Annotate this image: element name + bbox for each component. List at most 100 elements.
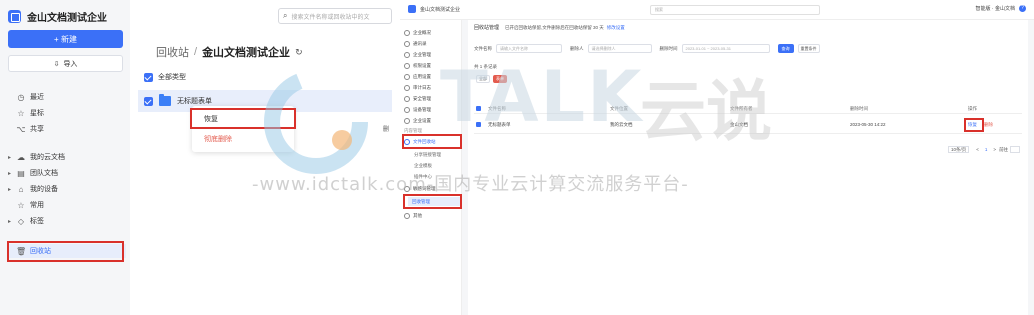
recycle-note: 已开启回收站保留,文件删除后在回收站保留 30 天: [505, 24, 604, 30]
query-button[interactable]: 查询: [777, 44, 794, 53]
all-types-label: 全部类型: [158, 74, 186, 81]
admin-nav-item[interactable]: 其他: [404, 211, 460, 220]
watermark-brand-cn: 云说: [640, 73, 772, 150]
time-label: 删除时间: [659, 45, 678, 51]
chevron-right-icon: ▸: [8, 186, 12, 193]
search-input[interactable]: ⌕ 搜索文件名称或回收站中的文: [278, 8, 392, 24]
deleter-placeholder: 请选择删除人: [591, 45, 616, 51]
admin-brand-name: 金山文档测试企业: [420, 6, 461, 13]
file-name: 无标题表单: [177, 98, 212, 105]
col-time: 删除时间: [850, 106, 868, 111]
goto-label: 前往: [999, 146, 1009, 152]
admin-nav-sub-item[interactable]: 分享链接管理: [414, 150, 470, 159]
page-size-select[interactable]: 10条/页: [948, 146, 970, 153]
admin-brand: 金山文档测试企业: [408, 5, 460, 13]
admin-nav-label: 企业设置: [413, 117, 431, 123]
prev-page-button[interactable]: <: [976, 147, 979, 152]
breadcrumb-separator: /: [194, 46, 198, 58]
folder-icon: [159, 94, 171, 106]
admin-nav-sub-item[interactable]: 企业模板: [414, 161, 470, 170]
nav-tags[interactable]: ▸ ◇ 标签: [8, 214, 126, 228]
star-icon: ☆: [17, 200, 25, 210]
nav-my-cloud-label: 我的云文档: [30, 154, 65, 161]
nav-my-cloud[interactable]: ▸ ☁ 我的云文档: [8, 150, 126, 164]
brand: 金山文档测试企业: [8, 9, 107, 24]
nav-common[interactable]: ☆ 常用: [8, 198, 126, 212]
nav-team-docs[interactable]: ▸ ▤ 团队文档: [8, 166, 126, 180]
admin-nav-label: 权限设置: [413, 62, 431, 68]
admin-search-placeholder: 搜索: [655, 7, 663, 12]
file-name-placeholder: 请输入文件名称: [500, 45, 528, 51]
page-number[interactable]: 1: [985, 147, 988, 152]
goto-page-input[interactable]: [1010, 146, 1021, 153]
file-name-input[interactable]: 请输入文件名称: [496, 44, 562, 53]
new-button[interactable]: + 新建: [8, 30, 123, 48]
file-name-label: 文件名称: [474, 45, 492, 51]
admin-nav-label: 分享链接管理: [414, 151, 441, 157]
admin-nav-item[interactable]: 企业概况: [404, 28, 460, 37]
nav-my-devices[interactable]: ▸ ⌂ 我的设备: [8, 182, 126, 196]
nav-tags-label: 标签: [30, 218, 44, 225]
nav-circle-icon: [404, 84, 410, 91]
share-icon: ⌥: [16, 124, 26, 134]
nav-common-label: 常用: [30, 202, 44, 209]
brand-logo-icon: [8, 10, 21, 23]
reset-button[interactable]: 重置条件: [797, 44, 820, 53]
admin-nav-label: 应用设置: [413, 73, 431, 79]
admin-nav-label: 通讯录: [413, 40, 427, 46]
nav-circle-icon: [404, 29, 410, 36]
admin-nav-item[interactable]: 通讯录: [404, 39, 460, 48]
admin-nav-label: 企业管理: [413, 51, 431, 57]
clock-icon: ◷: [17, 92, 25, 102]
help-icon[interactable]: ?: [1019, 5, 1026, 12]
chevron-right-icon: ▸: [8, 154, 12, 161]
row-delete-link[interactable]: 删除: [984, 122, 993, 128]
breadcrumb-current: 金山文档测试企业: [202, 47, 291, 59]
admin-nav-label: 企业概况: [413, 29, 431, 35]
nav-circle-icon: [404, 106, 410, 113]
nav-shared[interactable]: ⌥ 共享: [8, 122, 126, 136]
nav-circle-icon: [404, 95, 410, 102]
brand-name: 金山文档测试企业: [27, 13, 107, 24]
all-types-row[interactable]: 全部类型: [144, 72, 186, 82]
nav-shared-label: 共享: [30, 126, 44, 133]
chevron-right-icon: ▸: [8, 170, 12, 177]
filter-bar: 文件名称 请输入文件名称 删除人 请选择删除人 删除时间 2023-01-01 …: [474, 44, 820, 53]
search-icon: ⌕: [283, 11, 288, 20]
nav-star[interactable]: ☆ 星标: [8, 106, 126, 120]
admin-nav-group-label: 内容管理: [404, 127, 422, 133]
tag-icon: ◇: [17, 216, 25, 226]
watermark-logo: [264, 70, 368, 174]
select-all-checkbox[interactable]: [144, 72, 153, 82]
watermark-url: -www.idctalk.com-国内专业云计算交流服务平台-: [252, 174, 689, 195]
refresh-icon[interactable]: ↻: [295, 47, 303, 58]
admin-search-input[interactable]: 搜索: [650, 5, 820, 15]
col-actions: 操作: [968, 106, 977, 111]
deleter-label: 删除人: [570, 45, 584, 51]
admin-nav-label: 设备管理: [413, 106, 431, 112]
delete-permanently-menu-item[interactable]: 彻底删除: [204, 134, 232, 144]
nav-star-label: 星标: [30, 110, 44, 117]
watermark-brand-latin: TALK: [440, 56, 644, 138]
chevron-right-icon: ▸: [8, 218, 12, 225]
time-range-input[interactable]: 2023-01-01 ~ 2023-05-31: [681, 44, 770, 53]
admin-user[interactable]: 智能版 · 金山文档 ?: [976, 5, 1026, 12]
nav-circle-icon: [404, 73, 410, 80]
admin-nav-label: 审计日志: [413, 84, 431, 90]
deleter-select[interactable]: 请选择删除人: [587, 44, 652, 53]
file-checkbox[interactable]: [144, 96, 153, 106]
right-screenshot: 金山文档测试企业 搜索 智能版 · 金山文档 ? 企业概况 通讯录 企业管理 权…: [400, 0, 1034, 315]
import-button[interactable]: ⇩ 导入: [8, 55, 123, 72]
nav-circle-icon: [404, 40, 410, 47]
modify-settings-link[interactable]: 修改设置: [607, 25, 625, 31]
import-icon: ⇩: [53, 60, 60, 68]
recycle-header: 回收站管理 已开启回收站保留,文件删除后在回收站保留 30 天 修改设置: [474, 24, 625, 32]
breadcrumb-parent[interactable]: 回收站: [156, 44, 189, 60]
nav-my-devices-label: 我的设备: [30, 186, 58, 193]
admin-user-label: 智能版 · 金山文档: [975, 6, 1015, 12]
next-page-button[interactable]: >: [993, 147, 996, 152]
admin-topbar: 金山文档测试企业 搜索 智能版 · 金山文档 ?: [400, 0, 1034, 20]
nav-recent[interactable]: ◷ 最近: [8, 90, 126, 104]
star-icon: ☆: [17, 108, 25, 118]
breadcrumb: 回收站 / 金山文档测试企业 ↻: [156, 44, 303, 60]
